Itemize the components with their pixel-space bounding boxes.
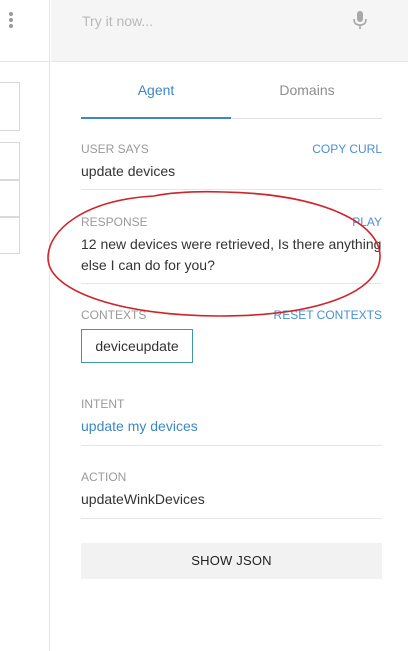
intent-label: INTENT [81,397,125,411]
kebab-menu-icon[interactable] [8,12,14,30]
left-toolbar [0,0,50,62]
left-input-stub[interactable] [0,142,20,180]
tab-agent[interactable]: Agent [81,62,231,119]
play-link[interactable]: PLAY [352,215,382,229]
console-tabs: Agent Domains [81,62,382,119]
tab-domains[interactable]: Domains [232,62,382,119]
response-label: RESPONSE [81,215,148,229]
action-label: ACTION [81,470,127,484]
response-line-2: else I can do for you? [81,257,215,273]
response-section: RESPONSE PLAY 12 new devices were retrie… [81,190,382,284]
reset-contexts-link[interactable]: RESET CONTEXTS [274,308,382,322]
test-console: Agent Domains USER SAYS COPY CURL update… [47,0,408,651]
response-line-1: 12 new devices were retrieved, Is there … [81,236,382,252]
try-it-bar [51,0,408,62]
user-says-section: USER SAYS COPY CURL update devices [81,119,382,190]
left-input-stub[interactable] [0,82,20,131]
intent-section: INTENT update my devices [81,383,382,446]
show-json-button[interactable]: SHOW JSON [81,543,382,579]
left-panel [0,0,50,651]
contexts-label: CONTEXTS [81,308,147,322]
app-root: Agent Domains USER SAYS COPY CURL update… [0,0,408,651]
user-says-value: update devices [81,163,176,179]
action-section: ACTION updateWinkDevices [81,446,382,519]
microphone-icon[interactable] [351,10,369,30]
contexts-section: CONTEXTS RESET CONTEXTS deviceupdate [81,284,382,383]
left-input-stub[interactable] [0,180,20,217]
action-value: updateWinkDevices [81,491,205,507]
context-chip[interactable]: deviceupdate [81,329,193,363]
user-says-label: USER SAYS [81,142,149,156]
copy-curl-link[interactable]: COPY CURL [312,142,382,156]
left-input-stub[interactable] [0,217,20,254]
try-it-input[interactable] [82,12,342,30]
intent-link[interactable]: update my devices [81,416,198,437]
